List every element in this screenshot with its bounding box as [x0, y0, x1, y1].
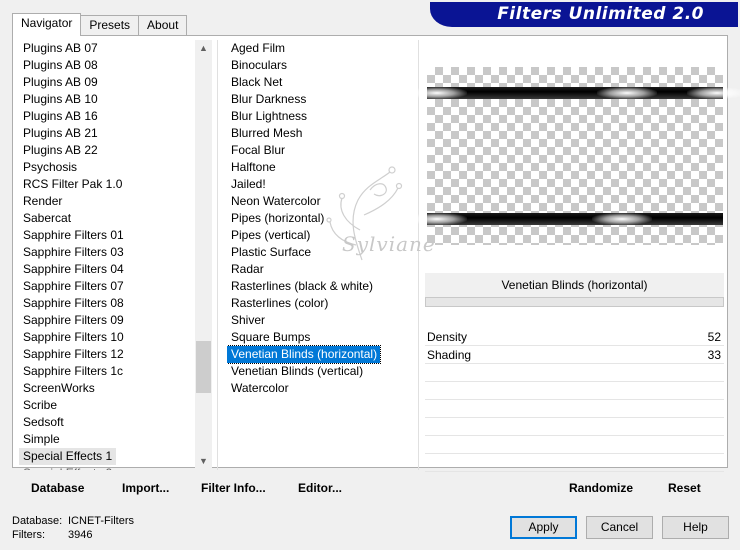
category-item[interactable]: Special Effects 2 — [19, 465, 195, 470]
filter-item[interactable]: Pipes (vertical) — [227, 227, 417, 244]
status-label: Database: — [12, 515, 63, 527]
filter-item[interactable]: Black Net — [227, 74, 417, 91]
category-item[interactable]: Simple — [19, 431, 195, 448]
cancel-button[interactable]: Cancel — [586, 516, 653, 539]
filter-item[interactable]: Blur Darkness — [227, 91, 417, 108]
tab-bar: Navigator Presets About — [12, 13, 188, 36]
parameter-list: Density 52 Shading 33 — [425, 328, 724, 472]
param-empty-slot — [425, 400, 724, 418]
chevron-up-icon[interactable]: ▲ — [195, 40, 212, 57]
database-button[interactable]: Database — [31, 481, 84, 495]
status-value: 3946 — [68, 529, 93, 541]
filter-item[interactable]: Blurred Mesh — [227, 125, 417, 142]
category-item[interactable]: Sapphire Filters 07 — [19, 278, 195, 295]
filter-item[interactable]: Neon Watercolor — [227, 193, 417, 210]
reset-button[interactable]: Reset — [668, 481, 701, 495]
tab-navigator[interactable]: Navigator — [12, 13, 82, 36]
filter-item[interactable]: Shiver — [227, 312, 417, 329]
filter-item[interactable]: Watercolor — [227, 380, 417, 397]
category-item[interactable]: Scribe — [19, 397, 195, 414]
param-empty-slot — [425, 382, 724, 400]
filter-item[interactable]: Venetian Blinds (horizontal) — [227, 345, 382, 364]
preview-blind — [407, 87, 740, 99]
filter-list[interactable]: ⁞Aged FilmBinocularsBlack NetBlur Darkne… — [227, 40, 417, 430]
filter-item[interactable]: Radar — [227, 261, 417, 278]
category-item[interactable]: Sapphire Filters 10 — [19, 329, 195, 346]
category-item[interactable]: Plugins AB 08 — [19, 57, 195, 74]
category-item[interactable]: Psychosis — [19, 159, 195, 176]
filter-preview — [407, 67, 740, 245]
param-value: 33 — [707, 348, 721, 362]
category-item[interactable]: Sabercat — [19, 210, 195, 227]
category-item[interactable]: Sapphire Filters 09 — [19, 312, 195, 329]
editor-button[interactable]: Editor... — [298, 481, 342, 495]
preview-blind — [407, 213, 723, 225]
filter-item[interactable]: Venetian Blinds (vertical) — [227, 363, 417, 380]
filter-item[interactable]: Plastic Surface — [227, 244, 417, 261]
filter-item[interactable]: Binoculars — [227, 57, 417, 74]
filter-item[interactable]: Halftone — [227, 159, 417, 176]
status-database: Database: ICNET-Filters — [12, 515, 134, 527]
category-item[interactable]: Sapphire Filters 03 — [19, 244, 195, 261]
category-item[interactable]: Plugins AB 07 — [19, 40, 195, 57]
param-label: Density — [427, 330, 468, 344]
apply-button[interactable]: Apply — [510, 516, 577, 539]
category-item[interactable]: Sedsoft — [19, 414, 195, 431]
param-density[interactable]: Density 52 — [425, 328, 724, 346]
category-list[interactable]: Plugins AB 07 Plugins AB 08 Plugins AB 09 P… — [19, 40, 195, 470]
import-button[interactable]: Import... — [122, 481, 169, 495]
category-item[interactable]: Plugins AB 10 — [19, 91, 195, 108]
title-banner: Filters Unlimited 2.0 — [430, 2, 738, 27]
category-item[interactable]: Sapphire Filters 01 — [19, 227, 195, 244]
column-divider — [217, 40, 218, 470]
filter-item[interactable]: Blur Lightness — [227, 108, 417, 125]
category-item[interactable]: ScreenWorks — [19, 380, 195, 397]
category-item[interactable]: RCS Filter Pak 1.0 — [19, 176, 195, 193]
param-empty-slot — [425, 436, 724, 454]
status-value: ICNET-Filters — [68, 515, 134, 527]
filter-item[interactable]: Rasterlines (color) — [227, 295, 417, 312]
status-label: Filters: — [12, 529, 45, 541]
param-label: Shading — [427, 348, 472, 362]
category-scrollbar[interactable]: ▲ ▼ — [195, 40, 212, 470]
param-empty-slot — [425, 454, 724, 472]
category-item[interactable]: Sapphire Filters 1c — [19, 363, 195, 380]
param-shading[interactable]: Shading 33 — [425, 346, 724, 364]
category-item[interactable]: Sapphire Filters 08 — [19, 295, 195, 312]
column-divider — [418, 40, 419, 470]
category-item[interactable]: Plugins AB 22 — [19, 142, 195, 159]
filter-item[interactable]: Square Bumps — [227, 329, 417, 346]
filter-item[interactable]: Pipes (horizontal) — [227, 210, 417, 227]
filter-control-bar — [425, 297, 724, 307]
category-item[interactable]: Render — [19, 193, 195, 210]
banner-title: Filters Unlimited 2.0 — [497, 4, 704, 24]
category-item[interactable]: Special Effects 1 — [19, 448, 117, 465]
category-item[interactable]: Plugins AB 21 — [19, 125, 195, 142]
param-empty-slot — [425, 364, 724, 382]
category-item[interactable]: Plugins AB 09 — [19, 74, 195, 91]
filter-item[interactable]: Rasterlines (black & white) — [227, 278, 417, 295]
category-item[interactable]: Sapphire Filters 12 — [19, 346, 195, 363]
category-item[interactable]: Plugins AB 16 — [19, 108, 195, 125]
tab-about[interactable]: About — [138, 15, 188, 35]
chevron-down-icon[interactable]: ▼ — [195, 453, 212, 470]
filter-name: Venetian Blinds (horizontal) — [425, 273, 724, 297]
randomize-button[interactable]: Randomize — [569, 481, 633, 495]
tab-presets[interactable]: Presets — [80, 15, 140, 35]
category-item[interactable]: Sapphire Filters 04 — [19, 261, 195, 278]
status-filters: Filters: 3946 — [12, 529, 92, 541]
filter-item[interactable]: Focal Blur — [227, 142, 417, 159]
scroll-thumb[interactable] — [196, 341, 211, 393]
filter-info-button[interactable]: Filter Info... — [201, 481, 266, 495]
param-value: 52 — [707, 330, 721, 344]
filter-item[interactable]: Jailed! — [227, 176, 417, 193]
help-button[interactable]: Help — [662, 516, 729, 539]
param-empty-slot — [425, 418, 724, 436]
filter-item[interactable]: Aged Film — [227, 40, 417, 57]
